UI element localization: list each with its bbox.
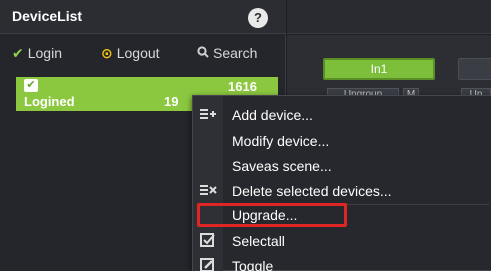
context-menu: Add device... Modify device... Saveas sc… xyxy=(192,95,491,271)
scene-header xyxy=(287,0,491,34)
menu-item-label: Selectall xyxy=(232,233,285,249)
login-label: Login xyxy=(27,45,62,61)
menu-item-label: Delete selected devices... xyxy=(232,183,392,199)
search-label: Search xyxy=(213,45,258,61)
logout-label: Logout xyxy=(116,45,160,61)
menu-item-label: Toggle xyxy=(232,258,274,271)
device-checkbox[interactable]: ✔ xyxy=(24,79,38,92)
output-button[interactable] xyxy=(458,58,491,80)
selectall-icon xyxy=(199,233,217,249)
menu-item-modify-device[interactable]: Modify device... xyxy=(193,129,491,153)
menu-item-selectall[interactable]: Selectall xyxy=(193,229,491,253)
device-status: Logined xyxy=(24,94,75,109)
menu-item-label: Modify device... xyxy=(232,133,330,149)
delete-devices-icon xyxy=(199,183,217,199)
device-ip: 19 xyxy=(164,94,179,109)
login-icon: ✔ xyxy=(12,45,24,61)
panel-header: DeviceList ? xyxy=(0,0,286,34)
logout-button[interactable]: ⊙ Logout xyxy=(101,40,160,66)
logout-icon: ⊙ xyxy=(101,45,113,61)
input-button-in1[interactable]: In1 xyxy=(323,58,435,80)
add-device-icon xyxy=(199,107,217,123)
login-button[interactable]: ✔ Login xyxy=(12,40,62,66)
menu-item-label: Saveas scene... xyxy=(232,158,332,174)
device-toolbar: ✔ Login ⊙ Logout Search xyxy=(0,40,286,66)
menu-item-delete-devices[interactable]: Delete selected devices... xyxy=(193,179,491,203)
panel-title: DeviceList xyxy=(12,8,83,24)
menu-item-saveas-scene[interactable]: Saveas scene... xyxy=(193,154,491,178)
search-button[interactable]: Search xyxy=(197,40,257,66)
menu-item-toggle[interactable]: Toggle xyxy=(193,254,491,271)
menu-item-add-device[interactable]: Add device... xyxy=(193,103,491,127)
help-icon[interactable]: ? xyxy=(248,8,268,28)
upgrade-highlight-box xyxy=(197,203,347,227)
menu-item-label: Add device... xyxy=(232,107,313,123)
device-id: 1616 xyxy=(228,79,257,94)
app-window: In1 Ungroup M Un DeviceList ? ✔Login ⊙Lo… xyxy=(0,0,491,271)
search-icon xyxy=(197,40,209,66)
toggle-icon xyxy=(199,258,217,271)
